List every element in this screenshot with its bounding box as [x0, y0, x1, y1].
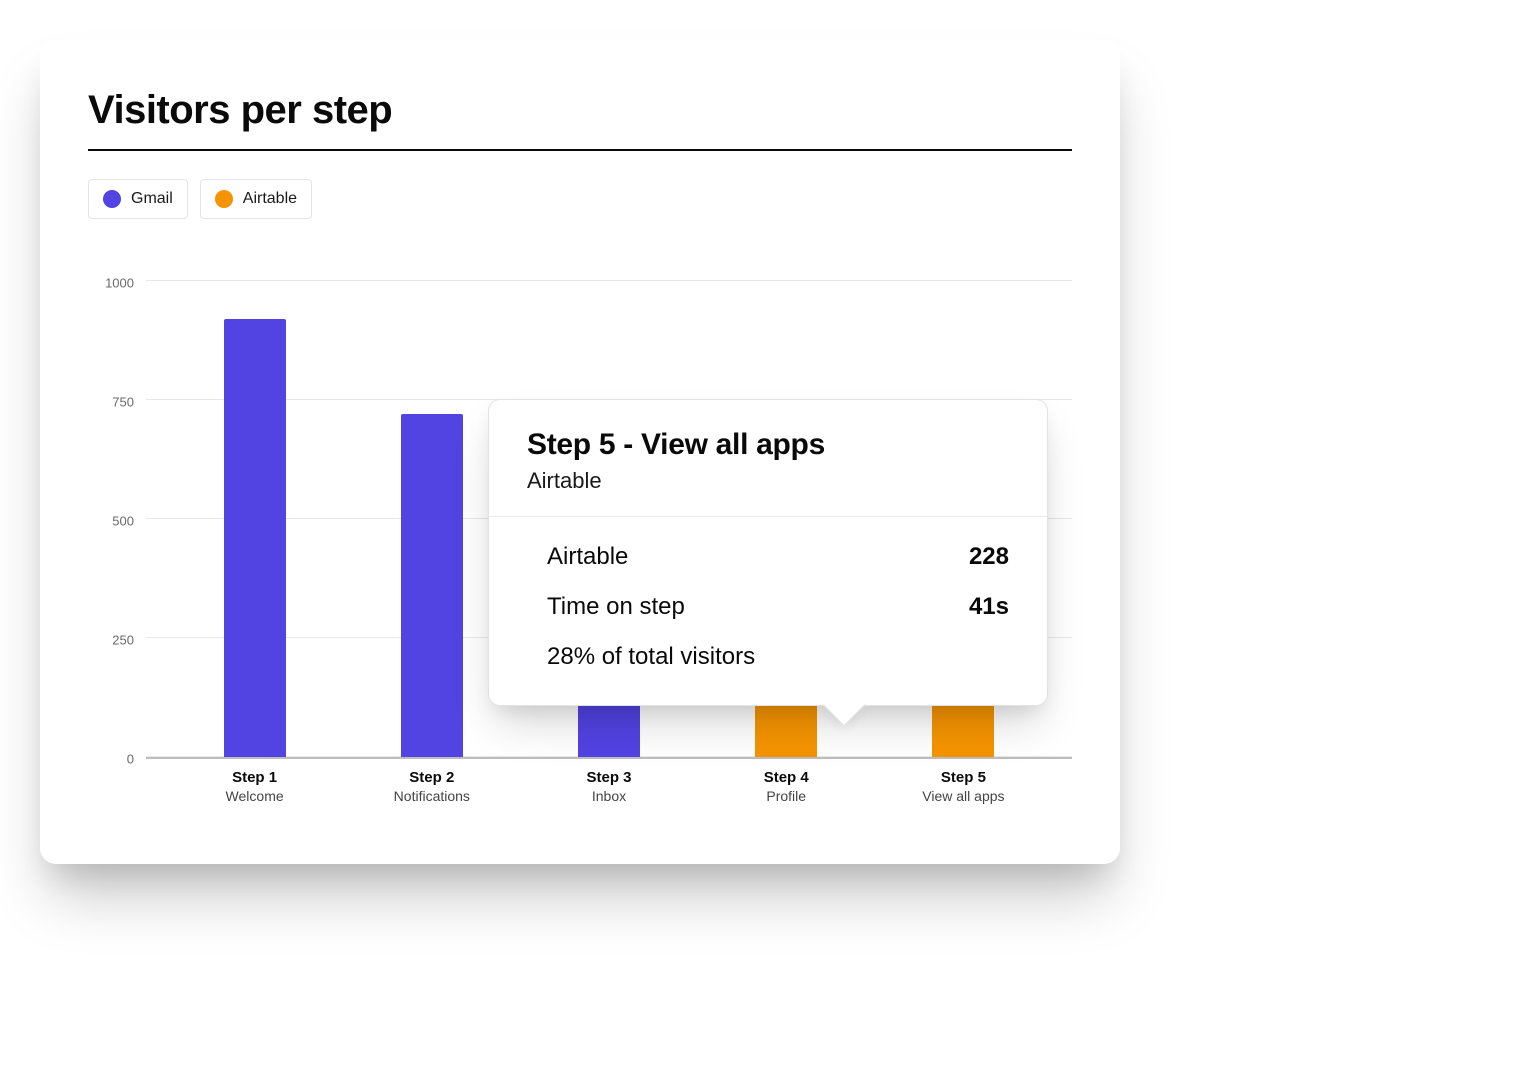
tooltip-stat-value: 41s: [969, 593, 1009, 621]
bar[interactable]: [224, 319, 286, 757]
x-label: Step 1 Welcome: [166, 769, 343, 804]
x-label: Step 4 Profile: [698, 769, 875, 804]
legend-swatch-icon: [215, 190, 233, 208]
tooltip-subtitle: Airtable: [527, 468, 1009, 494]
y-tick-label: 500: [88, 513, 134, 528]
chart: 02505007501000 Step 5 - View all apps Ai…: [88, 259, 1072, 759]
tooltip: Step 5 - View all apps Airtable Airtable…: [488, 399, 1048, 706]
x-label-step: Step 5: [875, 769, 1052, 786]
y-axis: 02505007501000: [88, 259, 134, 759]
x-label-sub: View all apps: [875, 788, 1052, 804]
tooltip-title: Step 5 - View all apps: [527, 428, 1009, 462]
x-label-step: Step 4: [698, 769, 875, 786]
tooltip-stat-value: 228: [969, 543, 1009, 571]
x-label: Step 5 View all apps: [875, 769, 1052, 804]
legend-swatch-icon: [103, 190, 121, 208]
tooltip-stat-label: Time on step: [547, 593, 685, 621]
y-tick-label: 250: [88, 632, 134, 647]
x-label-step: Step 3: [520, 769, 697, 786]
x-label: Step 2 Notifications: [343, 769, 520, 804]
tooltip-stat-label: Airtable: [547, 543, 628, 571]
tooltip-stat-row: Airtable 228: [547, 543, 1009, 571]
x-label-sub: Inbox: [520, 788, 697, 804]
x-axis: Step 1 WelcomeStep 2 NotificationsStep 3 In…: [146, 769, 1072, 804]
legend-item[interactable]: Airtable: [200, 179, 312, 219]
y-tick-label: 0: [88, 752, 134, 767]
tooltip-stat-row: Time on step 41s: [547, 593, 1009, 621]
x-label-sub: Profile: [698, 788, 875, 804]
page-title: Visitors per step: [88, 88, 1072, 151]
y-tick-label: 1000: [88, 275, 134, 290]
bar[interactable]: [401, 414, 463, 757]
x-label-step: Step 2: [343, 769, 520, 786]
x-label-sub: Notifications: [343, 788, 520, 804]
tooltip-header: Step 5 - View all apps Airtable: [489, 400, 1047, 517]
legend: Gmail Airtable: [88, 179, 1072, 219]
x-label: Step 3 Inbox: [520, 769, 697, 804]
chart-card: Visitors per step Gmail Airtable 0 250 500 7…: [40, 40, 1120, 864]
tooltip-body: Airtable 228 Time on step 41s 28% of total …: [489, 517, 1047, 705]
legend-label: Gmail: [131, 190, 173, 208]
bar-slot: [166, 259, 343, 757]
y-tick-label: 750: [88, 394, 134, 409]
tooltip-footer: 28% of total visitors: [547, 643, 1009, 671]
x-label-sub: Welcome: [166, 788, 343, 804]
x-label-step: Step 1: [166, 769, 343, 786]
legend-label: Airtable: [243, 190, 297, 208]
legend-item[interactable]: Gmail: [88, 179, 188, 219]
